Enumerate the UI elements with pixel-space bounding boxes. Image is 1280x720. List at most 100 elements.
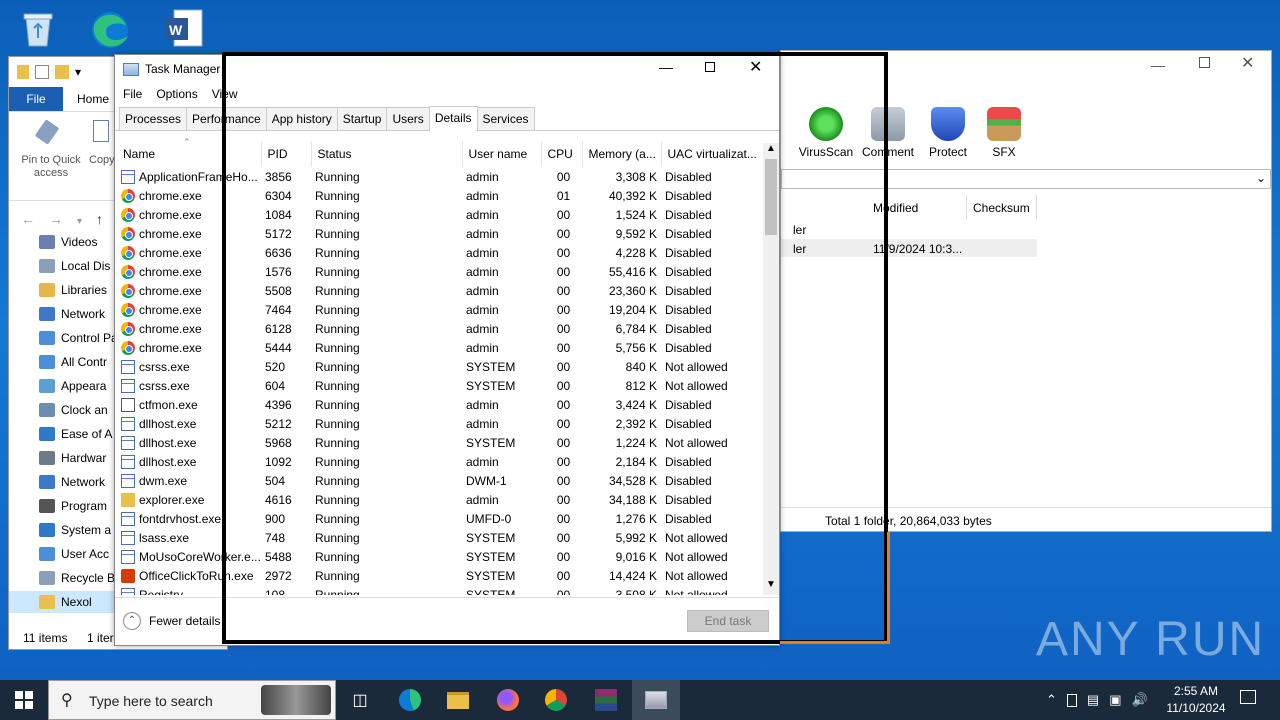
sidebar-item[interactable]: Program (39, 495, 107, 517)
copy-icon (93, 120, 109, 142)
anyrun-watermark: ANY RUN (1036, 613, 1266, 666)
maximize-icon[interactable] (1199, 57, 1210, 68)
chrome-icon (121, 264, 135, 279)
exe-icon (121, 169, 135, 184)
sidebar-item[interactable]: Network (39, 471, 105, 493)
sidebar-item-icon (39, 379, 55, 393)
start-button[interactable] (0, 680, 48, 720)
firefox-taskbar-button[interactable] (484, 680, 532, 720)
edge-icon[interactable] (86, 4, 134, 52)
chrome-icon (121, 226, 135, 241)
exe-icon (121, 435, 135, 450)
sidebar-item[interactable]: Appeara (39, 375, 106, 397)
chevron-up-icon[interactable]: ⌃ (1046, 692, 1057, 708)
sidebar-item-label: Appeara (61, 379, 107, 393)
sidebar-item[interactable]: Hardwar (39, 447, 106, 469)
sidebar-item-label: System a (61, 523, 112, 537)
sidebar-item-icon (39, 451, 55, 465)
tab-file[interactable]: File (9, 87, 63, 111)
minimize-icon[interactable]: — (1151, 57, 1165, 73)
sidebar-item-icon (39, 595, 55, 609)
winrar-taskbar-button[interactable] (582, 680, 630, 720)
chevron-down-icon[interactable]: ⌄ (1256, 171, 1266, 185)
sidebar-item[interactable]: System a (39, 519, 111, 541)
chevron-down-icon[interactable]: ▾ (75, 65, 81, 79)
process-name: chrome.exe (139, 340, 202, 355)
sidebar-item[interactable]: All Contr (39, 351, 107, 373)
process-name: chrome.exe (139, 321, 202, 336)
search-box[interactable]: ⚲ Type here to search (48, 680, 336, 720)
status-selected: 1 iter (87, 631, 114, 645)
security-icon[interactable]: ▤ (1087, 692, 1099, 708)
chrome-icon (121, 245, 135, 260)
menu-file[interactable]: File (123, 87, 142, 101)
recycle-bin-icon[interactable] (14, 4, 62, 52)
back-arrow-icon[interactable]: ← (21, 211, 49, 227)
fewer-details-button[interactable]: ⌃ Fewer details (123, 612, 220, 630)
office-icon (121, 568, 135, 583)
exe-icon (121, 473, 135, 488)
sidebar-item-icon (39, 307, 55, 321)
sidebar-item[interactable]: Local Dis (39, 255, 110, 277)
exe-icon (121, 549, 135, 564)
notifications-icon[interactable] (1240, 690, 1256, 704)
sidebar-item[interactable]: Network (39, 303, 105, 325)
sidebar-item-icon (39, 571, 55, 585)
forward-arrow-icon[interactable]: → (49, 211, 77, 227)
pin-label-2: access (33, 167, 69, 179)
chevron-down-icon[interactable]: ▾ (77, 216, 96, 227)
sidebar-item[interactable]: Clock an (39, 399, 108, 421)
sidebar-item[interactable]: Control Pa (39, 327, 118, 349)
sfx-button[interactable]: SFX (969, 107, 1039, 159)
close-icon[interactable]: ✕ (1241, 53, 1254, 73)
windows-icon (15, 691, 33, 709)
sidebar-item[interactable]: Libraries (39, 279, 107, 301)
task-manager-icon (123, 62, 139, 76)
edge-taskbar-button[interactable] (386, 680, 434, 720)
taskbar: ⚲ Type here to search ◫ ⌃ ▤ ▣ 🔊 2:55 AM … (0, 680, 1280, 720)
menu-options[interactable]: Options (156, 87, 197, 101)
network-icon[interactable]: ▣ (1109, 692, 1121, 708)
pin-to-quick-access-button[interactable]: Pin to Quick access (13, 154, 89, 180)
clock[interactable]: 2:55 AM 11/10/2024 (1164, 683, 1228, 717)
fewer-details-label: Fewer details (149, 614, 221, 628)
volume-icon[interactable]: 🔊 (1132, 692, 1148, 708)
pin-label: Pin to Quick (21, 154, 81, 166)
search-icon: ⚲ (61, 692, 73, 709)
folder-icon[interactable] (17, 65, 29, 79)
sidebar-item[interactable]: Nexol (9, 591, 115, 613)
process-name: chrome.exe (139, 226, 202, 241)
sidebar-item-icon (39, 283, 55, 297)
task-view-button[interactable]: ◫ (336, 680, 384, 720)
sidebar-item-label: Clock an (61, 403, 108, 417)
tab-processes[interactable]: Processes (119, 107, 188, 130)
process-name: dwm.exe (139, 473, 188, 488)
properties-icon[interactable] (35, 65, 49, 79)
new-folder-icon[interactable] (55, 65, 69, 79)
process-name: lsass.exe (139, 530, 190, 545)
exe-icon (121, 416, 135, 431)
process-name: chrome.exe (139, 188, 202, 203)
sidebar-item-label: Recycle Bi (61, 571, 118, 585)
process-name: dllhost.exe (139, 435, 197, 450)
task-manager-taskbar-button[interactable] (632, 680, 680, 720)
file-explorer-taskbar-button[interactable] (434, 680, 482, 720)
copy-button[interactable]: Copy (89, 154, 115, 166)
task-view-icon: ◫ (352, 692, 368, 709)
sidebar-item[interactable]: User Acc (39, 543, 109, 565)
word-icon[interactable]: W (160, 4, 208, 52)
search-placeholder: Type here to search (89, 693, 213, 709)
sidebar-item[interactable]: Ease of A (39, 423, 112, 445)
chrome-icon (121, 302, 135, 317)
ctf-icon (121, 397, 135, 412)
window-title: Task Manager (145, 62, 221, 76)
sidebar-item-label: Libraries (61, 283, 108, 297)
chrome-taskbar-button[interactable] (532, 680, 580, 720)
process-name: dllhost.exe (139, 416, 197, 431)
column-checksum[interactable]: Checksum (973, 201, 1030, 215)
sidebar-item[interactable]: Recycle Bi (39, 567, 118, 589)
task-manager-icon (645, 691, 667, 709)
sidebar-item[interactable]: Videos (39, 231, 97, 253)
tablet-icon[interactable] (1066, 693, 1077, 707)
sidebar-item-label: Network (61, 475, 106, 489)
